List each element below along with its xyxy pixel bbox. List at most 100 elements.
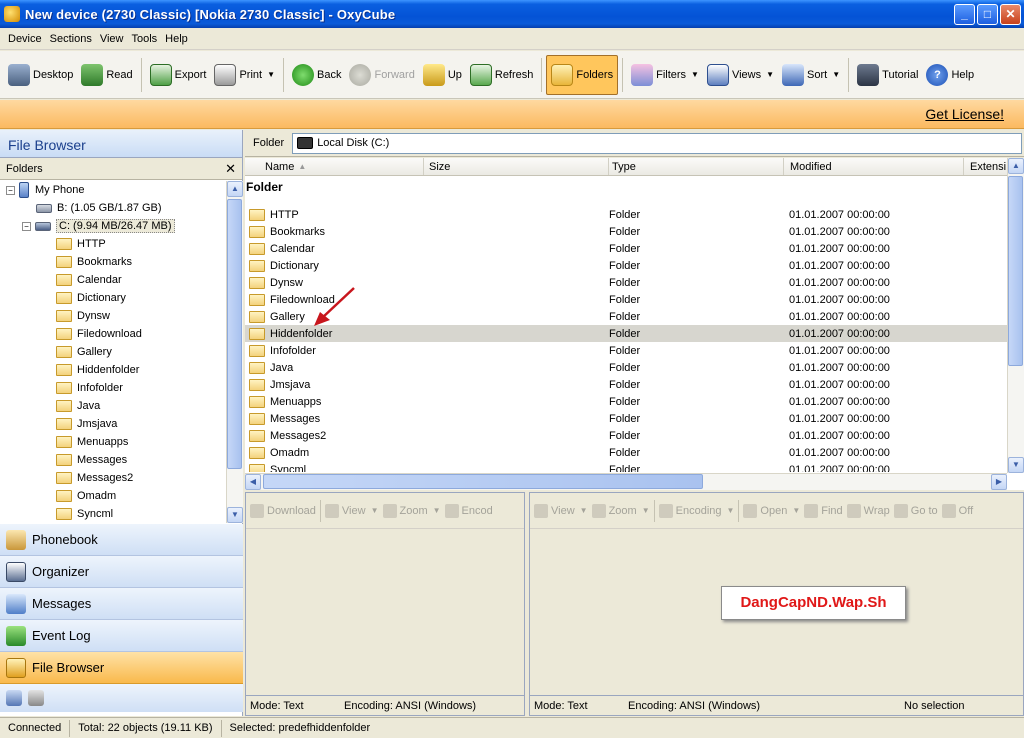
- menu-view[interactable]: View: [96, 33, 128, 45]
- tree-folder[interactable]: Gallery: [0, 343, 226, 361]
- export-button[interactable]: Export: [146, 55, 211, 95]
- tree-folder[interactable]: Java: [0, 397, 226, 415]
- wrap-button[interactable]: Wrap: [846, 503, 890, 518]
- left-panel: File Browser Folders ✕ − My Phone B: (1.…: [0, 130, 243, 716]
- zoom-button[interactable]: Zoom ▼: [591, 503, 650, 518]
- open-button[interactable]: Open ▼: [743, 503, 800, 518]
- scrollbar-thumb[interactable]: [1008, 176, 1023, 366]
- configure-icon[interactable]: [28, 690, 44, 706]
- tree-folder[interactable]: Menuapps: [0, 433, 226, 451]
- tree-node-drive-c[interactable]: − C: (9.94 MB/26.47 MB): [0, 217, 226, 235]
- address-field[interactable]: Local Disk (C:): [292, 132, 1022, 154]
- collapse-icon[interactable]: −: [6, 185, 15, 195]
- tree-folder[interactable]: Calendar: [0, 271, 226, 289]
- desktop-button[interactable]: Desktop: [4, 55, 77, 95]
- close-folders-icon[interactable]: ✕: [225, 161, 236, 177]
- tree-node-drive-b[interactable]: B: (1.05 GB/1.87 GB): [0, 199, 226, 217]
- tree-label: Infofolder: [77, 382, 123, 394]
- list-horizontal-scrollbar[interactable]: ◀ ▶: [245, 473, 1007, 490]
- refresh-button[interactable]: Refresh: [466, 55, 538, 95]
- drive-icon: [35, 221, 51, 231]
- menu-help[interactable]: Help: [161, 33, 192, 45]
- tree-folder[interactable]: Bookmarks: [0, 253, 226, 271]
- list-item[interactable]: Calendar Folder 01.01.2007 00:00:00: [245, 240, 1007, 257]
- tree-folder[interactable]: Jmsjava: [0, 415, 226, 433]
- find-button[interactable]: Find: [804, 503, 843, 518]
- read-button[interactable]: Read: [77, 55, 136, 95]
- view-button[interactable]: View ▼: [324, 503, 379, 518]
- column-type[interactable]: Type: [609, 158, 784, 175]
- menu-tools[interactable]: Tools: [127, 33, 161, 45]
- menu-device[interactable]: Device: [4, 33, 46, 45]
- encoding-button[interactable]: Encod: [444, 503, 493, 518]
- tree-folder[interactable]: Omadm: [0, 487, 226, 505]
- list-item[interactable]: Bookmarks Folder 01.01.2007 00:00:00: [245, 223, 1007, 240]
- list-item[interactable]: Syncml Folder 01.01.2007 00:00:00: [245, 461, 1007, 472]
- nav-phonebook[interactable]: Phonebook: [0, 524, 243, 556]
- list-vertical-scrollbar[interactable]: ▲ ▼: [1007, 158, 1024, 473]
- nav-file-browser[interactable]: File Browser: [0, 652, 243, 684]
- item-modified: 01.01.2007 00:00:00: [789, 412, 890, 425]
- filters-button[interactable]: Filters ▼: [627, 55, 703, 95]
- list-item[interactable]: Infofolder Folder 01.01.2007 00:00:00: [245, 342, 1007, 359]
- column-name[interactable]: Name ▲: [245, 158, 424, 175]
- tree-folder[interactable]: HTTP: [0, 235, 226, 253]
- scroll-up-icon[interactable]: ▲: [1008, 158, 1024, 174]
- tree-folder[interactable]: Messages: [0, 451, 226, 469]
- tree-folder[interactable]: Syncml: [0, 505, 226, 523]
- nav-organizer[interactable]: Organizer: [0, 556, 243, 588]
- goto-button[interactable]: Go to: [893, 503, 938, 518]
- list-item[interactable]: Java Folder 01.01.2007 00:00:00: [245, 359, 1007, 376]
- maximize-button[interactable]: □: [977, 4, 998, 25]
- scroll-up-icon[interactable]: ▲: [227, 181, 243, 197]
- folders-button[interactable]: Folders: [546, 54, 619, 95]
- scrollbar-thumb[interactable]: [263, 474, 703, 489]
- scroll-right-icon[interactable]: ▶: [991, 474, 1007, 490]
- back-button[interactable]: Back: [288, 55, 345, 95]
- download-button[interactable]: Download: [250, 503, 316, 518]
- views-button[interactable]: Views ▼: [703, 55, 778, 95]
- list-item[interactable]: Messages Folder 01.01.2007 00:00:00: [245, 410, 1007, 427]
- tree-folder[interactable]: Dictionary: [0, 289, 226, 307]
- collapse-icon[interactable]: −: [22, 221, 31, 231]
- folder-icon: [249, 293, 265, 306]
- download-label: Download: [267, 504, 316, 517]
- column-size[interactable]: Size: [424, 158, 609, 175]
- scroll-down-icon[interactable]: ▼: [227, 507, 243, 523]
- list-item[interactable]: Jmsjava Folder 01.01.2007 00:00:00: [245, 376, 1007, 393]
- tutorial-button[interactable]: Tutorial: [853, 55, 922, 95]
- forward-button[interactable]: Forward: [345, 55, 418, 95]
- list-item[interactable]: Messages2 Folder 01.01.2007 00:00:00: [245, 427, 1007, 444]
- up-button[interactable]: Up: [419, 55, 466, 95]
- tree-folder[interactable]: Messages2: [0, 469, 226, 487]
- nav-event-log[interactable]: Event Log: [0, 620, 243, 652]
- tree-folder[interactable]: Filedownload: [0, 325, 226, 343]
- tree-node-my-phone[interactable]: − My Phone: [0, 181, 226, 199]
- tree-folder[interactable]: Infofolder: [0, 379, 226, 397]
- view-button[interactable]: View ▼: [534, 503, 588, 518]
- get-license-link[interactable]: Get License!: [925, 106, 1004, 122]
- print-button[interactable]: Print ▼: [210, 55, 279, 95]
- scroll-down-icon[interactable]: ▼: [1008, 457, 1024, 473]
- column-modified[interactable]: Modified: [784, 158, 964, 175]
- tree-folder[interactable]: Hiddenfolder: [0, 361, 226, 379]
- sort-button[interactable]: Sort ▼: [778, 55, 844, 95]
- encoding-button[interactable]: Encoding ▼: [658, 503, 734, 518]
- help-button[interactable]: ? Help: [922, 55, 978, 95]
- zoom-button[interactable]: Zoom ▼: [382, 503, 441, 518]
- nav-messages[interactable]: Messages: [0, 588, 243, 620]
- close-button[interactable]: ✕: [1000, 4, 1021, 25]
- list-item[interactable]: Menuapps Folder 01.01.2007 00:00:00: [245, 393, 1007, 410]
- menu-sections[interactable]: Sections: [46, 33, 96, 45]
- tree-scrollbar[interactable]: ▲ ▼: [226, 181, 243, 523]
- list-item[interactable]: HTTP Folder 01.01.2007 00:00:00: [245, 206, 1007, 223]
- list-item[interactable]: Omadm Folder 01.01.2007 00:00:00: [245, 444, 1007, 461]
- settings-icon[interactable]: [6, 690, 22, 706]
- tree-folder[interactable]: Dynsw: [0, 307, 226, 325]
- off-button[interactable]: Off: [941, 503, 973, 518]
- scroll-left-icon[interactable]: ◀: [245, 474, 261, 490]
- tree-label: C: (9.94 MB/26.47 MB): [56, 219, 175, 233]
- minimize-button[interactable]: _: [954, 4, 975, 25]
- scrollbar-thumb[interactable]: [227, 199, 242, 469]
- list-item[interactable]: Dictionary Folder 01.01.2007 00:00:00: [245, 257, 1007, 274]
